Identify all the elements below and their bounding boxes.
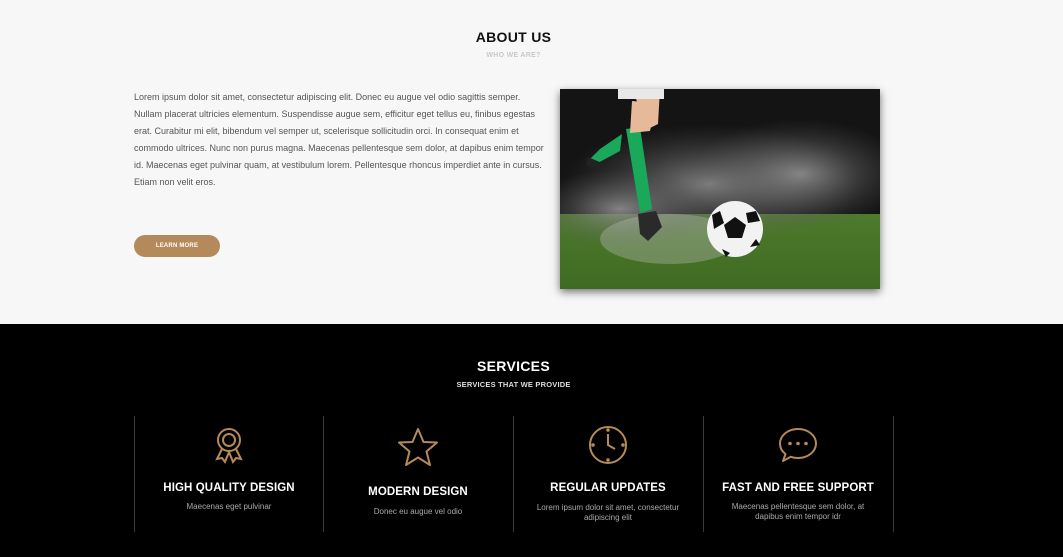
service-title: FAST AND FREE SUPPORT: [722, 482, 874, 494]
service-card-high-quality-design: HIGH QUALITY DESIGN Maecenas eget pulvin…: [134, 416, 324, 532]
star-icon: [323, 426, 513, 468]
chat-bubble-icon: [703, 424, 893, 466]
service-card-regular-updates: REGULAR UPDATES Lorem ipsum dolor sit am…: [513, 416, 703, 532]
about-body-text: Lorem ipsum dolor sit amet, consectetur …: [134, 92, 544, 187]
services-title: SERVICES: [477, 358, 550, 374]
service-description: Maecenas pellentesque sem dolor, at dapi…: [731, 502, 865, 521]
service-description: Maecenas eget pulvinar: [186, 502, 272, 511]
divider: [893, 416, 894, 532]
clock-icon: [513, 424, 703, 466]
service-description: Lorem ipsum dolor sit amet, consectetur …: [536, 503, 680, 522]
award-icon: [134, 424, 324, 466]
learn-more-button[interactable]: LEARN MORE: [134, 235, 220, 257]
services-subtitle: SERVICES THAT WE PROVIDE: [456, 380, 571, 389]
about-section: ABOUT US WHO WE ARE? Lorem ipsum dolor s…: [0, 0, 1063, 324]
about-subtitle: WHO WE ARE?: [486, 52, 541, 59]
service-title: HIGH QUALITY DESIGN: [163, 482, 295, 494]
service-description: Donec eu augue vel odio: [373, 507, 463, 516]
services-section: SERVICES SERVICES THAT WE PROVIDE HIGH Q…: [0, 324, 1063, 557]
service-title: REGULAR UPDATES: [550, 482, 666, 494]
service-card-fast-and-free-support: FAST AND FREE SUPPORT Maecenas pellentes…: [703, 416, 893, 532]
service-title: MODERN DESIGN: [368, 486, 468, 498]
service-card-modern-design: MODERN DESIGN Donec eu augue vel odio: [323, 416, 513, 532]
soccer-player-image: [560, 89, 880, 289]
about-title: ABOUT US: [475, 29, 552, 45]
